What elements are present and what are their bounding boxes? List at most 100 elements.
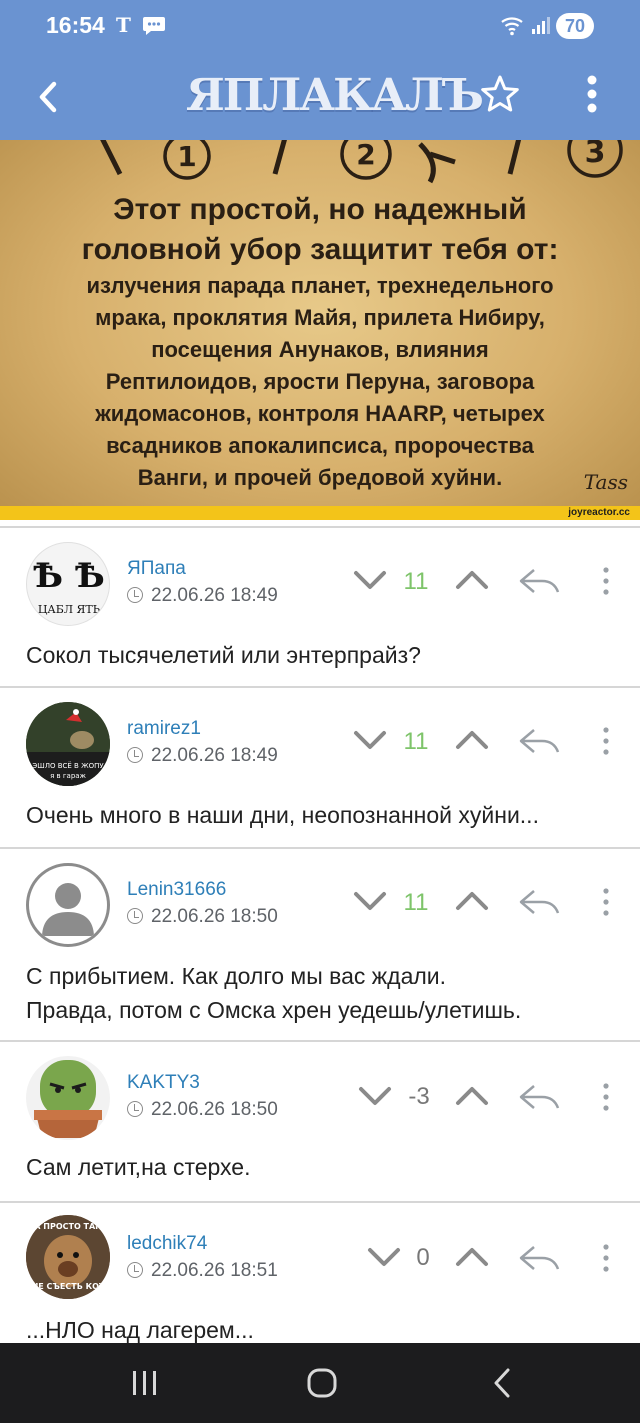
- comment-text: Сам летит,на стерхе.: [26, 1154, 251, 1180]
- vote-down-button[interactable]: [357, 1084, 393, 1108]
- reply-button[interactable]: [518, 1082, 560, 1112]
- nav-back-icon[interactable]: [486, 1367, 522, 1399]
- comment-text: ...НЛО над лагерем...: [26, 1317, 254, 1343]
- avatar-text: Ѣ Ѣ: [33, 556, 105, 596]
- clock-icon: [127, 1262, 143, 1278]
- cactus-avatar-icon: [34, 1060, 102, 1138]
- system-nav-bar: [0, 1343, 640, 1423]
- vote-up-button[interactable]: [454, 1245, 490, 1269]
- comment-item: А ПРОСТО ТАК НЕ СЪЕСТЬ КОТ ledchik74 22.…: [0, 1203, 640, 1343]
- comment-username[interactable]: ЯПапа: [127, 558, 186, 580]
- vote-score: 0: [416, 1244, 430, 1271]
- number-1: 1: [177, 140, 196, 173]
- comment-text-line: Правда, потом с Омска хрен уедешь/улетиш…: [26, 997, 522, 1023]
- comment-text-line: С прибытием. Как долго мы вас ждали.: [26, 963, 447, 989]
- comment-menu-button[interactable]: [601, 726, 611, 756]
- avatar-subtext: ЦАБЛ ЯТЬ: [38, 603, 101, 616]
- comment-date: 22.06.26 18:49: [127, 585, 278, 607]
- signal-icon: [530, 14, 552, 41]
- clock-icon: [127, 587, 143, 603]
- comment-username[interactable]: ledchik74: [127, 1233, 207, 1255]
- default-avatar-icon: [42, 883, 94, 936]
- avatar[interactable]: [26, 863, 110, 947]
- comment-menu-button[interactable]: [601, 887, 611, 917]
- avatar[interactable]: [26, 1056, 110, 1140]
- avatar-text: ЭШЛО ВСЁ В ЖОПУ: [32, 761, 104, 770]
- numbered-circles: 1 2 3: [100, 140, 623, 184]
- reply-button[interactable]: [518, 566, 560, 596]
- avatar[interactable]: ЭШЛО ВСЁ В ЖОПУ я в гараж: [26, 702, 110, 786]
- comment-date: 22.06.26 18:50: [127, 1099, 278, 1121]
- comment-item: Ѣ Ѣ ЦАБЛ ЯТЬ ЯПапа 22.06.26 18:49 11 Сок…: [0, 528, 640, 686]
- carrier-icon: T: [116, 13, 131, 37]
- poster-text: Этот простой, но надежный головной убор …: [20, 190, 620, 494]
- comment-menu-button[interactable]: [601, 1082, 611, 1112]
- clock-icon: [127, 1101, 143, 1117]
- comment-menu-button[interactable]: [601, 566, 611, 596]
- clock-icon: [127, 908, 143, 924]
- avatar[interactable]: А ПРОСТО ТАК НЕ СЪЕСТЬ КОТ: [26, 1215, 110, 1299]
- poster-line-1: излучения парада планет, трехнедельного: [86, 273, 554, 298]
- vote-down-button[interactable]: [366, 1245, 402, 1269]
- message-icon: [142, 14, 166, 41]
- image-credit: joyreactor.cc: [0, 506, 640, 520]
- comment-username[interactable]: ramirez1: [127, 718, 201, 740]
- screen: 16:54 T 70 ЯПЛАКАЛЪ 1 2 3 Этот простой, …: [0, 0, 640, 1423]
- avatar[interactable]: Ѣ Ѣ ЦАБЛ ЯТЬ: [26, 542, 110, 626]
- comment-menu-button[interactable]: [601, 1243, 611, 1273]
- menu-button[interactable]: [576, 72, 608, 116]
- favorite-button[interactable]: [478, 72, 522, 116]
- comment-text: Сокол тысячелетий или энтерпрайз?: [26, 642, 421, 668]
- comment-item: Lenin31666 22.06.26 18:50 11 С прибытием…: [0, 849, 640, 1039]
- home-icon[interactable]: [304, 1367, 340, 1399]
- poster-line-5: жидомасонов, контроля HAARP, четырех: [95, 401, 545, 426]
- vote-up-button[interactable]: [454, 1084, 490, 1108]
- more-vertical-icon: [587, 75, 597, 113]
- vote-down-button[interactable]: [352, 728, 388, 752]
- clock-icon: [127, 747, 143, 763]
- comment-date: 22.06.26 18:50: [127, 906, 278, 928]
- reply-button[interactable]: [518, 887, 560, 917]
- poster-line-7: Ванги, и прочей бредовой хуйни.: [137, 465, 503, 490]
- reply-button[interactable]: [518, 1243, 560, 1273]
- poster-line-4: Рептилоидов, ярости Перуна, заговора: [105, 369, 535, 394]
- vote-down-button[interactable]: [352, 889, 388, 913]
- chevron-left-icon: [39, 81, 57, 113]
- wifi-icon: [500, 14, 526, 41]
- back-button[interactable]: [30, 74, 70, 120]
- number-2: 2: [356, 140, 375, 171]
- app-logo[interactable]: ЯПЛАКАЛЪ: [186, 68, 484, 124]
- vote-score: -3: [408, 1083, 430, 1110]
- comment-date: 22.06.26 18:49: [127, 745, 278, 767]
- comment-item: KAKTY3 22.06.26 18:50 -3 Сам летит,на ст…: [0, 1042, 640, 1200]
- status-time: 16:54: [46, 12, 105, 38]
- comment-text: Очень много в наши дни, неопознанной хуй…: [26, 802, 539, 828]
- vote-score: 11: [403, 568, 429, 595]
- poster-line-2: мрака, проклятия Майя, прилета Нибиру,: [95, 305, 545, 330]
- comment-date: 22.06.26 18:51: [127, 1260, 278, 1282]
- vote-score: 11: [403, 889, 429, 916]
- avatar-subtext: я в гараж: [50, 772, 86, 780]
- avatar-text: А ПРОСТО ТАК: [34, 1222, 102, 1231]
- poster-line-3: посещения Анунаков, влияния: [151, 337, 489, 362]
- vote-down-button[interactable]: [352, 568, 388, 592]
- avatar-subtext: НЕ СЪЕСТЬ КОТ: [32, 1282, 105, 1291]
- status-bar: 16:54 T 70: [0, 0, 640, 54]
- app-bar: ЯПЛАКАЛЪ: [0, 54, 640, 140]
- battery-indicator: 70: [556, 13, 594, 39]
- comment-username[interactable]: Lenin31666: [127, 879, 226, 901]
- poster-line-6: всадников апокалипсиса, пророчества: [106, 433, 534, 458]
- vote-up-button[interactable]: [454, 728, 490, 752]
- number-3: 3: [585, 140, 606, 170]
- recents-icon[interactable]: [126, 1367, 162, 1399]
- vote-up-button[interactable]: [454, 568, 490, 592]
- poster-headline-1: Этот простой, но надежный: [113, 193, 527, 226]
- poster-headline-2: головной убор защитит тебя от:: [81, 233, 559, 266]
- comment-text: С прибытием. Как долго мы вас ждали. Пра…: [26, 959, 616, 1027]
- reply-button[interactable]: [518, 726, 560, 756]
- post-image[interactable]: 1 2 3 Этот простой, но надежный головной…: [0, 140, 640, 520]
- comment-username[interactable]: KAKTY3: [127, 1072, 200, 1094]
- star-icon: [481, 75, 519, 112]
- vote-score: 11: [403, 728, 429, 755]
- vote-up-button[interactable]: [454, 889, 490, 913]
